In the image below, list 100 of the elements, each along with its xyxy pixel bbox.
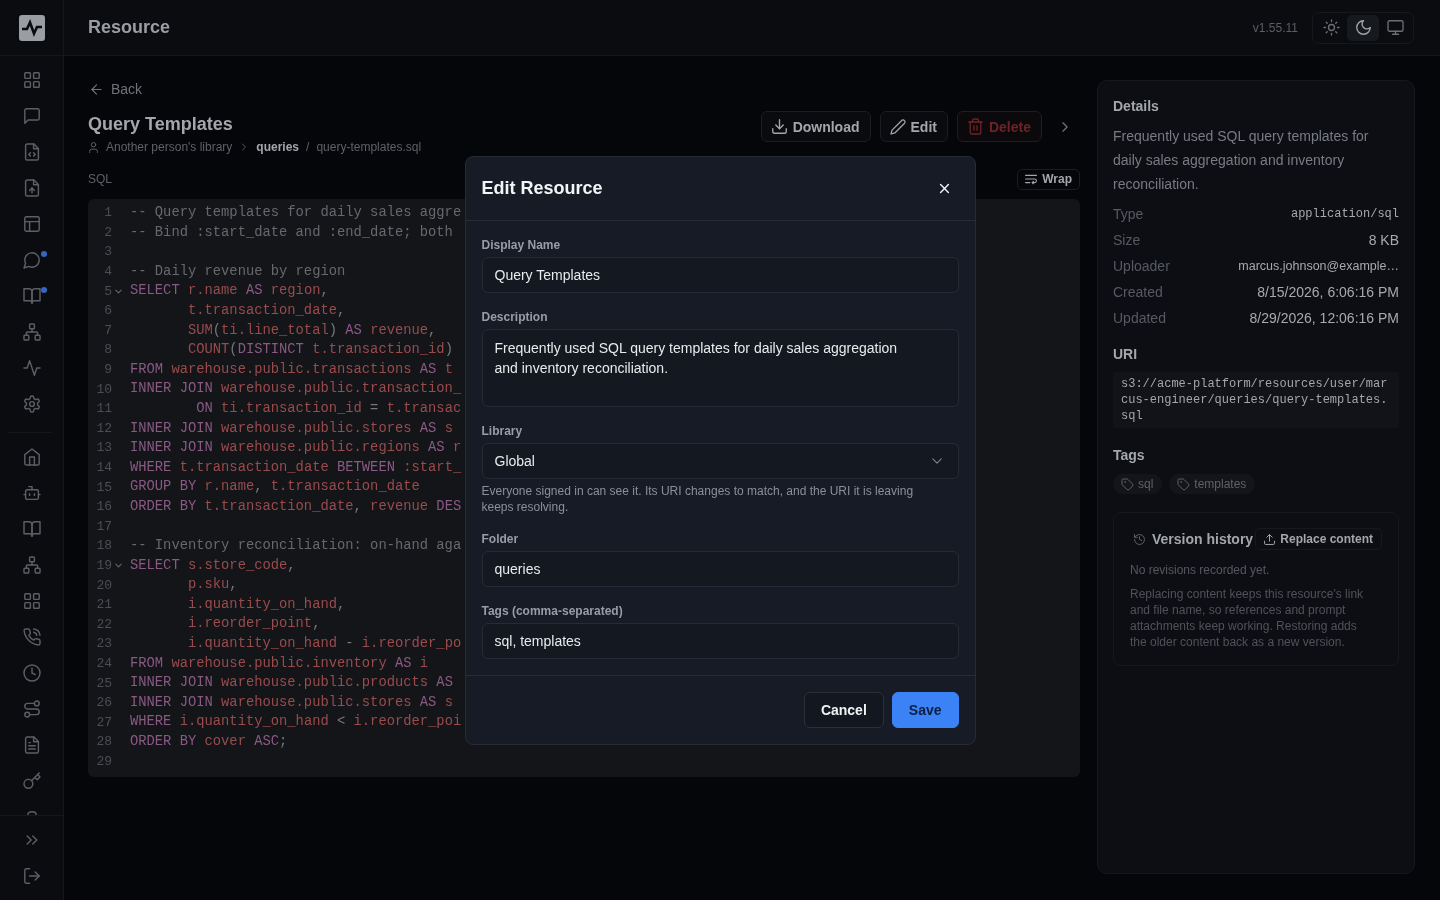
code-line: ON ti.transaction_id = t.transac [195,399,462,418]
pencil-icon [890,119,905,134]
version-label: v1.55.11 [1252,20,1298,35]
field-label: Library [481,422,524,439]
logout-icon[interactable] [23,868,40,884]
code-line: FROM warehouse.public.inventory AS i [130,654,429,673]
clipped-nav-icon[interactable] [26,811,37,815]
code-line: i.quantity_on_hand, [186,595,346,614]
line-number: 18 [95,538,112,554]
book-icon[interactable] [23,521,40,537]
tag-icon [1178,478,1190,490]
grid-icon[interactable] [23,72,40,88]
code-line: INNER JOIN warehouse.public.stores AS s [130,693,453,712]
line-number: 5 [103,283,112,299]
home-icon[interactable] [23,449,40,465]
line-number: 22 [95,616,112,632]
section-title: Tags [1113,446,1146,465]
line-number: 15 [95,479,112,495]
breadcrumb-link[interactable]: queries [256,139,300,155]
code-line: i.quantity_on_hand - i.reorder_po [186,635,462,654]
code-line: GROUP BY r.name, t.transaction_date [130,478,420,497]
download-button[interactable]: Download [760,111,871,142]
property-label: Uploader [1113,258,1170,274]
code-line: -- Query templates for daily sales aggre [130,204,462,222]
code-file-icon[interactable] [23,144,40,160]
header-title: Resource [88,17,171,38]
code-line: WHERE t.transaction_date BETWEEN :start_ [130,458,462,477]
section-title: Details [1113,97,1160,116]
code-line: i.reorder_point, [186,615,321,634]
edit-button[interactable]: Edit [879,111,948,142]
fold-chevron-icon[interactable] [113,561,123,570]
code-line: FROM warehouse.public.transactions AS t [130,360,453,379]
text-input[interactable]: sql, templates [481,622,959,659]
code-line: WHERE i.quantity_on_hand < i.reorder_poi [130,713,462,732]
document-icon[interactable] [23,737,40,753]
line-number: 8 [103,342,112,358]
text-input[interactable]: queries [481,550,959,587]
line-number: 16 [95,499,112,515]
property-label: Updated [1113,310,1166,326]
page-title: Query Templates [88,113,234,136]
uri-value: s3://acme-platform/resources/user/marcus-engineer/queries/query-templates.sql [1113,372,1399,428]
grid-icon[interactable] [23,593,40,609]
moon-icon [1355,20,1371,35]
code-line: -- Bind :start_date and :end_date; both [130,223,453,242]
property-label: Type [1113,206,1144,222]
code-line: -- Inventory reconciliation: on-hand aga [130,537,462,556]
wrap-button[interactable]: Wrap [1017,168,1080,190]
code-line: p.sku, [186,576,238,595]
clock-icon[interactable] [23,665,40,681]
save-button[interactable]: Save [891,691,959,728]
empty-state-text: No revisions recorded yet. [1130,562,1271,578]
property-value: 8/29/2026, 12:06:16 PM [1249,310,1399,326]
key-icon[interactable] [23,773,40,789]
pulse-line-icon[interactable] [23,360,40,376]
details-description: Frequently used SQL query templates for daily sales aggregation and inventory reconciliation. [1113,127,1370,194]
route-icon[interactable] [23,701,40,717]
code-line: ORDER BY t.transaction_date, revenue DES [130,497,462,516]
line-number: 12 [95,420,112,436]
upload-file-icon[interactable] [23,180,40,196]
chat-bubble-icon[interactable] [23,252,40,268]
wrap-text-icon [1025,173,1038,185]
book-icon[interactable] [23,288,40,304]
phone-icon[interactable] [23,629,40,645]
logo-icon[interactable] [18,14,45,41]
code-line: ORDER BY cover ASC; [130,733,288,752]
line-number: 6 [103,303,112,319]
hierarchy-icon[interactable] [23,557,40,573]
hierarchy-icon[interactable] [23,324,40,340]
robot-icon[interactable] [23,485,40,501]
line-number: 23 [95,636,112,652]
line-number: 19 [95,558,112,573]
replace-content-button[interactable]: Replace content [1255,528,1382,550]
field-label: Folder [481,530,520,547]
code-line: INNER JOIN warehouse.public.regions AS r [130,439,462,458]
code-line: INNER JOIN warehouse.public.products AS [130,674,453,693]
property-label: Created [1113,284,1163,300]
settings-icon[interactable] [23,396,40,412]
line-number: 9 [103,362,112,378]
line-number: 7 [103,322,112,338]
textarea-field[interactable]: Frequently used SQL query templates for daily sales aggregation and inventory reconciliation. [481,328,959,407]
table-icon[interactable] [23,216,40,232]
text-input[interactable]: Query Templates [481,256,959,293]
close-icon[interactable] [937,181,951,195]
line-number: 17 [95,518,112,534]
upload-icon [1264,533,1276,545]
back-link[interactable]: Back [88,80,143,98]
breadcrumb-separator: / [306,139,310,155]
tag-label: templates [1194,477,1247,491]
dropdown-field[interactable]: Global [481,442,959,479]
line-number: 4 [103,264,112,280]
cancel-button[interactable]: Cancel [803,691,884,728]
field-hint: Everyone signed in can see it. Its URI changes to match, and the URI it is leaving keeps resolving. [481,482,915,515]
property-value: 8 KB [1368,232,1399,248]
line-number: 27 [95,714,112,730]
theme-option[interactable] [1347,14,1379,41]
user-icon [88,141,99,153]
section-title: URI [1113,345,1139,364]
code-line: INNER JOIN warehouse.public.stores AS s [130,419,453,438]
line-number: 25 [95,675,112,691]
download-icon [771,119,787,134]
